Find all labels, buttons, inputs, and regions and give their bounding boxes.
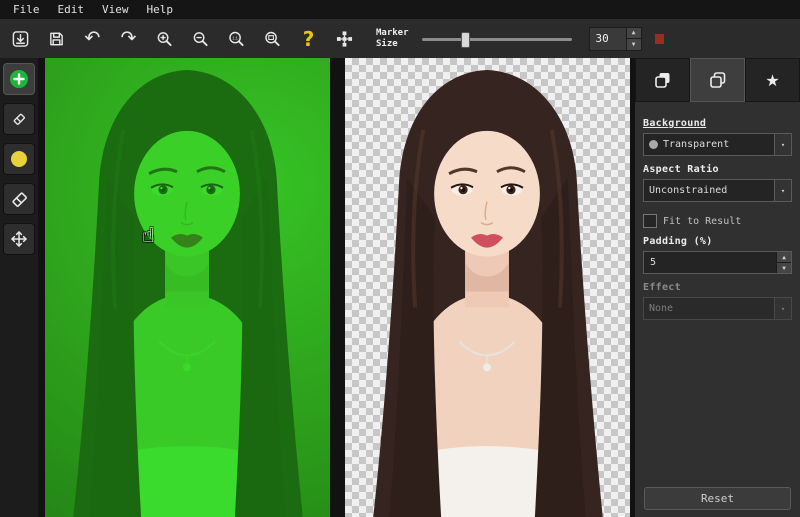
settings-panel: ★ Background Transparent ▾ Aspect Ratio … — [635, 58, 800, 517]
hand-cursor: ☝ — [142, 223, 155, 247]
import-icon — [12, 30, 29, 48]
node-graph-icon — [336, 30, 353, 48]
fit-to-result-label: Fit to Result — [663, 216, 741, 227]
zoom-1-1-icon: 1:1 — [228, 30, 245, 48]
effect-value: None — [649, 303, 769, 314]
main-area: ☝ — [0, 58, 800, 517]
background-label: Background — [643, 118, 792, 129]
spin-up-icon[interactable]: ▲ — [627, 28, 641, 39]
marker-color-indicator — [655, 34, 664, 44]
spin-up-icon[interactable]: ▲ — [777, 252, 791, 262]
green-marker-overlay-tint — [45, 58, 330, 517]
process-button[interactable] — [330, 24, 359, 53]
svg-text:1:1: 1:1 — [232, 35, 238, 40]
input-image-view[interactable]: ☝ — [45, 58, 330, 517]
padding-input[interactable]: 5 ▲ ▼ — [643, 251, 792, 274]
menu-help[interactable]: Help — [138, 2, 183, 17]
marker-size-spinbox[interactable]: 30 ▲ ▼ — [589, 27, 642, 51]
foreground-marker-tool[interactable] — [3, 63, 35, 95]
canvas-area: ☝ — [38, 58, 635, 517]
star-icon: ★ — [765, 71, 779, 90]
save-icon — [48, 30, 65, 48]
chevron-down-icon[interactable]: ▾ — [774, 180, 791, 201]
redo-icon: ↷ — [121, 29, 137, 48]
help-button[interactable]: ? — [294, 24, 323, 53]
import-button[interactable] — [6, 24, 35, 53]
panel-tabs: ★ — [635, 58, 800, 102]
question-mark-icon: ? — [303, 29, 315, 49]
zoom-fit-button[interactable] — [258, 24, 287, 53]
aspect-ratio-value: Unconstrained — [649, 185, 769, 196]
result-image — [345, 58, 630, 517]
toolbar: ↶ ↷ 1:1 — [0, 19, 800, 59]
background-value: Transparent — [663, 139, 769, 150]
save-button[interactable] — [42, 24, 71, 53]
undo-icon: ↶ — [85, 29, 101, 48]
padding-label: Padding (%) — [643, 236, 792, 247]
tab-result-settings[interactable] — [690, 58, 745, 102]
chevron-down-icon: ▾ — [774, 298, 791, 319]
aspect-ratio-select[interactable]: Unconstrained ▾ — [643, 179, 792, 202]
transparent-swatch-icon — [649, 140, 658, 149]
zoom-out-icon — [192, 30, 209, 48]
marker-size-slider-handle[interactable] — [461, 32, 470, 48]
pan-tool[interactable] — [3, 223, 35, 255]
menu-edit[interactable]: Edit — [49, 2, 94, 17]
eraser-tool[interactable] — [3, 183, 35, 215]
spin-arrows: ▲ ▼ — [626, 28, 641, 50]
reset-button[interactable]: Reset — [644, 487, 791, 510]
tab-layers[interactable] — [635, 58, 690, 102]
green-plus-circle-icon — [9, 69, 29, 89]
menu-view[interactable]: View — [93, 2, 138, 17]
yellow-circle-icon — [10, 150, 28, 168]
background-select[interactable]: Transparent ▾ — [643, 133, 792, 156]
eraser-icon — [11, 111, 27, 127]
marker-erase-tool[interactable] — [3, 103, 35, 135]
zoom-in-button[interactable] — [150, 24, 179, 53]
menu-file[interactable]: File — [4, 2, 49, 17]
zoom-out-button[interactable] — [186, 24, 215, 53]
marker-size-value[interactable]: 30 — [590, 28, 626, 50]
undo-button[interactable]: ↶ — [78, 24, 107, 53]
effect-select: None ▾ — [643, 297, 792, 320]
move-arrows-icon — [10, 230, 28, 248]
background-marker-tool[interactable] — [3, 143, 35, 175]
padding-value[interactable]: 5 — [644, 252, 776, 273]
result-image-view[interactable] — [345, 58, 630, 517]
fit-to-result-row: Fit to Result — [643, 214, 792, 228]
spin-down-icon[interactable]: ▼ — [777, 262, 791, 273]
fit-to-result-checkbox[interactable] — [643, 214, 657, 228]
zoom-actual-button[interactable]: 1:1 — [222, 24, 251, 53]
menu-bar: File Edit View Help — [0, 0, 800, 19]
marker-size-label: Marker Size — [376, 28, 409, 50]
spin-arrows: ▲ ▼ — [776, 252, 791, 273]
spin-down-icon[interactable]: ▼ — [627, 38, 641, 50]
overlap-squares-icon — [709, 71, 727, 89]
slider-track — [422, 38, 572, 41]
zoom-in-icon — [156, 30, 173, 48]
zoom-fit-icon — [264, 30, 281, 48]
effect-label: Effect — [643, 282, 792, 293]
panel-body: Background Transparent ▾ Aspect Ratio Un… — [635, 102, 800, 320]
aspect-ratio-label: Aspect Ratio — [643, 164, 792, 175]
tool-sidebar — [0, 58, 38, 517]
chevron-down-icon[interactable]: ▾ — [774, 134, 791, 155]
app-window: File Edit View Help ↶ ↷ — [0, 0, 800, 517]
redo-button[interactable]: ↷ — [114, 24, 143, 53]
eraser-icon — [10, 190, 29, 209]
tab-favorites[interactable]: ★ — [745, 58, 800, 102]
marker-size-slider[interactable] — [422, 32, 572, 46]
overlap-squares-icon — [654, 71, 672, 89]
